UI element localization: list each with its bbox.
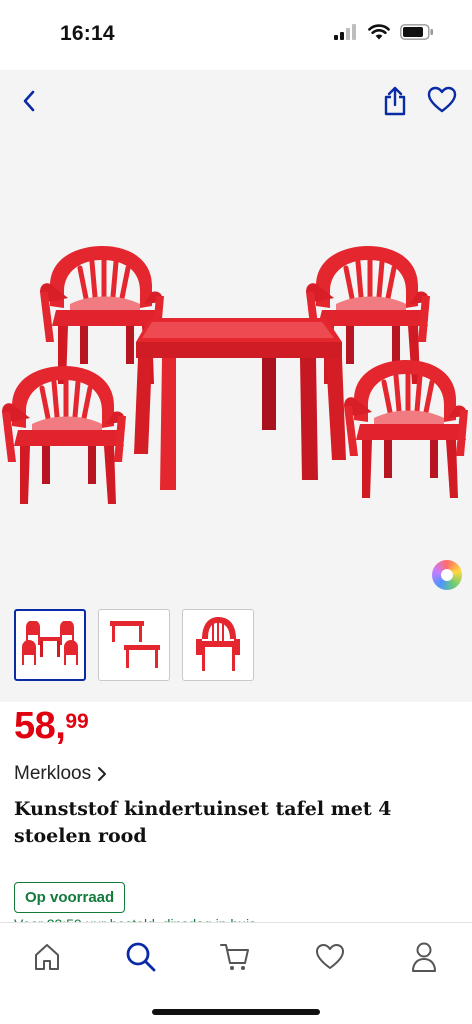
- status-bar: 16:14: [0, 0, 472, 70]
- cart-icon: [220, 944, 249, 970]
- thumbnail-single-chair[interactable]: [182, 609, 254, 681]
- tab-cart[interactable]: [215, 937, 255, 977]
- home-icon: [35, 944, 59, 970]
- wifi-icon: [368, 24, 390, 40]
- price-main: 58,: [14, 705, 66, 747]
- product-screen: 16:14 58,99 Merkloos Kunststof kindertui…: [0, 0, 472, 1024]
- tab-wishlist[interactable]: [310, 937, 350, 977]
- user-icon: [412, 942, 436, 972]
- share-icon: [384, 86, 406, 116]
- tab-home[interactable]: [27, 937, 67, 977]
- tab-bar: [0, 922, 472, 1024]
- stock-badge: Op voorraad: [14, 882, 126, 913]
- price-cents: 99: [65, 710, 89, 733]
- thumbnail-image: [22, 621, 78, 665]
- color-wheel-icon[interactable]: [432, 560, 462, 590]
- thumbnail-image: [110, 621, 160, 668]
- status-time: 16:14: [60, 22, 115, 45]
- thumbnail-image: [196, 617, 240, 671]
- back-button[interactable]: [14, 86, 44, 116]
- tab-search[interactable]: [121, 937, 161, 977]
- share-button[interactable]: [380, 84, 410, 118]
- product-title: Kunststof kindertuinset tafel met 4 stoe…: [14, 798, 392, 847]
- heart-icon: [316, 944, 344, 969]
- product-main-image[interactable]: [0, 240, 472, 540]
- favorite-button[interactable]: [426, 84, 458, 116]
- thumbnail-table-with-chairs[interactable]: [14, 609, 86, 681]
- thumbnail-two-tables[interactable]: [98, 609, 170, 681]
- tab-account[interactable]: [404, 937, 444, 977]
- home-indicator: [152, 1009, 320, 1015]
- thumbnail-strip: [14, 609, 254, 681]
- product-gallery: [0, 70, 472, 702]
- search-icon: [126, 942, 156, 972]
- brand-name: Merkloos: [14, 763, 92, 784]
- brand-link[interactable]: Merkloos: [14, 763, 107, 785]
- status-icons: [334, 24, 434, 40]
- heart-icon: [427, 86, 457, 113]
- chevron-left-icon: [23, 90, 35, 112]
- signal-icon: [334, 24, 356, 40]
- chevron-right-icon: [98, 767, 107, 781]
- battery-icon: [400, 24, 433, 40]
- product-price: 58,99: [14, 706, 89, 746]
